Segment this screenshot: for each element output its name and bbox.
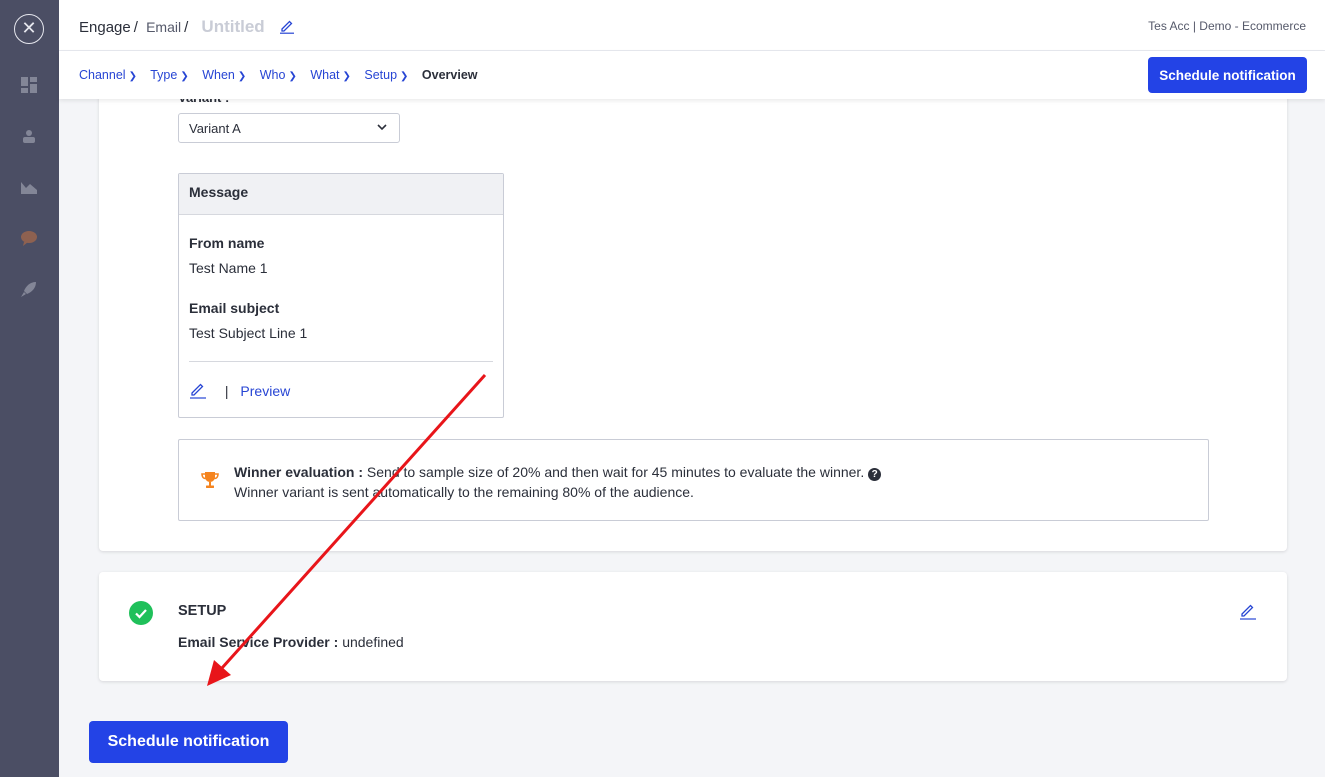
step-overview[interactable]: Overview xyxy=(422,68,478,82)
trophy-icon xyxy=(201,472,219,488)
step-type[interactable]: Type ❯ xyxy=(150,68,189,82)
schedule-notification-button[interactable]: Schedule notification xyxy=(1148,57,1307,93)
chevron-right-icon: ❯ xyxy=(237,71,247,82)
breadcrumb-separator: / xyxy=(133,19,138,36)
setup-card: SETUP Email Service Provider : undefined xyxy=(99,572,1287,681)
rocket-icon[interactable] xyxy=(20,280,38,298)
variant-card: Variant : Variant A Message From name Te… xyxy=(99,90,1287,551)
chevron-right-icon: ❯ xyxy=(128,71,137,82)
edit-pencil-icon[interactable] xyxy=(1239,602,1257,620)
winner-evaluation-label: Winner evaluation : xyxy=(234,464,364,480)
variant-select[interactable]: Variant A xyxy=(178,113,400,143)
action-separator: | xyxy=(224,383,229,399)
edit-pencil-icon[interactable] xyxy=(189,381,207,399)
esp-label: Email Service Provider : xyxy=(178,634,339,650)
analytics-icon[interactable] xyxy=(20,178,38,196)
dashboard-icon[interactable] xyxy=(20,76,38,94)
from-name-value: Test Name 1 xyxy=(189,260,268,276)
campaign-name[interactable]: Untitled xyxy=(201,17,264,36)
breadcrumb-separator: / xyxy=(184,19,189,36)
step-setup[interactable]: Setup ❯ xyxy=(364,68,408,82)
left-rail: ✕ xyxy=(0,0,59,777)
winner-evaluation-box: Winner evaluation : Send to sample size … xyxy=(178,439,1209,521)
close-icon[interactable]: ✕ xyxy=(14,14,44,44)
top-header: Engage / Email / Untitled Tes Acc | Demo -… xyxy=(59,0,1325,51)
divider xyxy=(189,361,493,362)
step-what[interactable]: What ❯ xyxy=(310,68,351,82)
chat-icon[interactable] xyxy=(20,229,38,247)
winner-evaluation-note: Winner variant is sent automatically to … xyxy=(234,484,694,500)
message-box: Message From name Test Name 1 Email subj… xyxy=(178,173,504,418)
step-when[interactable]: When ❯ xyxy=(202,68,246,82)
chevron-right-icon: ❯ xyxy=(342,71,351,82)
preview-link[interactable]: Preview xyxy=(240,383,290,399)
edit-pencil-icon[interactable] xyxy=(279,18,295,34)
users-icon[interactable] xyxy=(20,127,38,145)
breadcrumb-email[interactable]: Email xyxy=(146,19,181,35)
step-channel[interactable]: Channel ❯ xyxy=(79,68,137,82)
chevron-down-icon xyxy=(377,124,387,131)
message-heading: Message xyxy=(179,174,503,215)
help-icon[interactable]: ? xyxy=(868,468,882,481)
breadcrumb: Engage / Email / Untitled xyxy=(79,17,295,37)
from-name-label: From name xyxy=(189,235,265,251)
winner-evaluation-text: Send to sample size of 20% and then wait… xyxy=(366,464,865,480)
esp-value: undefined xyxy=(342,634,404,650)
variant-selected-value: Variant A xyxy=(189,121,241,136)
check-circle-icon xyxy=(129,601,153,625)
email-subject-label: Email subject xyxy=(189,300,280,316)
step-who[interactable]: Who ❯ xyxy=(260,68,297,82)
chevron-right-icon: ❯ xyxy=(180,71,189,82)
email-subject-value: Test Subject Line 1 xyxy=(189,325,308,341)
chevron-right-icon: ❯ xyxy=(288,71,297,82)
breadcrumb-engage[interactable]: Engage xyxy=(79,19,131,36)
step-navigation: Channel ❯ Type ❯ When ❯ Who ❯ What ❯ Setup ❯ O… xyxy=(59,51,1325,99)
account-label[interactable]: Tes Acc | Demo - Ecommerce xyxy=(1148,19,1306,33)
schedule-notification-button-bottom[interactable]: Schedule notification xyxy=(89,721,288,763)
setup-title: SETUP xyxy=(178,603,227,619)
chevron-right-icon: ❯ xyxy=(400,71,409,82)
